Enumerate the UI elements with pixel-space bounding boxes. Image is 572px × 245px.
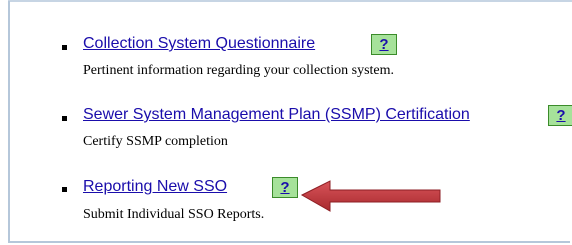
bullet-icon [62,116,67,121]
ssmp-certification-link[interactable]: Sewer System Management Plan (SSMP) Cert… [83,106,470,124]
reporting-sso-description: Submit Individual SSO Reports. [83,207,265,222]
ssmp-description: Certify SSMP completion [83,134,228,149]
help-button-ssmp[interactable]: ? [548,105,572,126]
collection-system-description: Pertinent information regarding your col… [83,63,395,78]
help-button-collection-system[interactable]: ? [371,34,397,55]
bullet-icon [62,187,67,192]
pointer-arrow-icon [300,180,441,212]
reporting-new-sso-link[interactable]: Reporting New SSO [83,178,227,196]
bullet-icon [62,45,67,50]
help-button-reporting-sso[interactable]: ? [272,177,298,198]
collection-system-questionnaire-link[interactable]: Collection System Questionnaire [83,35,315,53]
